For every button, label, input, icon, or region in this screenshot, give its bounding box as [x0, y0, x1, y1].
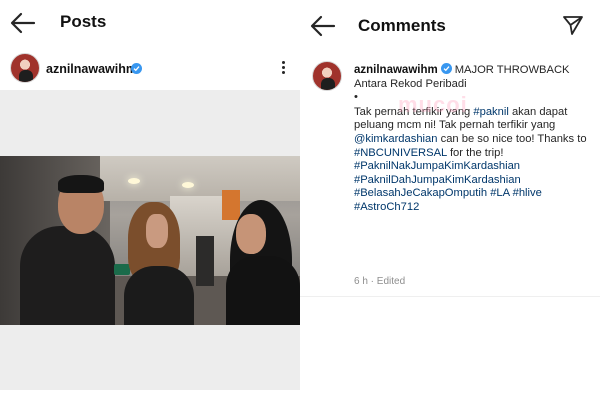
hashtag-link[interactable]: #NBCUNIVERSAL: [354, 147, 447, 159]
hashtag-link[interactable]: #LA: [490, 187, 509, 199]
hashtag-link[interactable]: #hlive: [513, 187, 542, 199]
posts-header: Posts: [0, 0, 300, 46]
post-media[interactable]: [0, 90, 300, 390]
avatar[interactable]: [312, 61, 342, 91]
post-username[interactable]: aznilnawawihm: [46, 62, 137, 76]
avatar[interactable]: [10, 53, 40, 83]
posts-screen: Posts aznilnawawihm: [0, 0, 300, 400]
more-options-icon[interactable]: [280, 59, 286, 77]
verified-badge-icon: [440, 63, 452, 74]
caption-line-1: MAJOR THROWBACK: [454, 64, 570, 76]
caption-line-2: Antara Rekod Peribadi: [354, 77, 467, 90]
caption-text: aznilnawawihm MAJOR THROWBACK Antara Reko…: [354, 63, 594, 215]
video-frame[interactable]: [0, 156, 300, 325]
comment-username[interactable]: aznilnawawihm: [354, 64, 438, 76]
caption-body-text: for the trip!: [446, 146, 504, 159]
verified-badge-icon: [131, 63, 142, 74]
back-arrow-icon[interactable]: [310, 14, 336, 38]
hashtag-link[interactable]: #paknil: [473, 106, 508, 118]
caption-body-text: can be so nice too! Thanks to: [437, 132, 587, 145]
hashtag-link[interactable]: #PaknilDahJumpaKimKardashian: [354, 174, 521, 186]
hashtag-link[interactable]: #PaknilNakJumpaKimKardashian: [354, 160, 520, 172]
post-header: aznilnawawihm: [0, 51, 300, 85]
share-send-icon[interactable]: [562, 14, 584, 36]
hashtag-link[interactable]: #AstroCh712: [354, 201, 419, 213]
caption-body-text: Tak pernah terfikir yang: [354, 105, 474, 118]
hashtag-link[interactable]: #BelasahJeCakapOmputih: [354, 187, 487, 199]
comments-screen: Comments aznilnawawihm MAJOR THROWBACK An…: [300, 0, 600, 400]
divider: [300, 296, 600, 297]
back-arrow-icon[interactable]: [10, 11, 36, 35]
caption-bullet: •: [354, 91, 358, 104]
mention-link[interactable]: @kimkardashian: [354, 133, 438, 145]
comment-timestamp: 6 h · Edited: [354, 276, 406, 287]
comments-header: Comments: [300, 0, 600, 46]
page-title: Comments: [358, 16, 446, 35]
page-title: Posts: [60, 12, 107, 31]
